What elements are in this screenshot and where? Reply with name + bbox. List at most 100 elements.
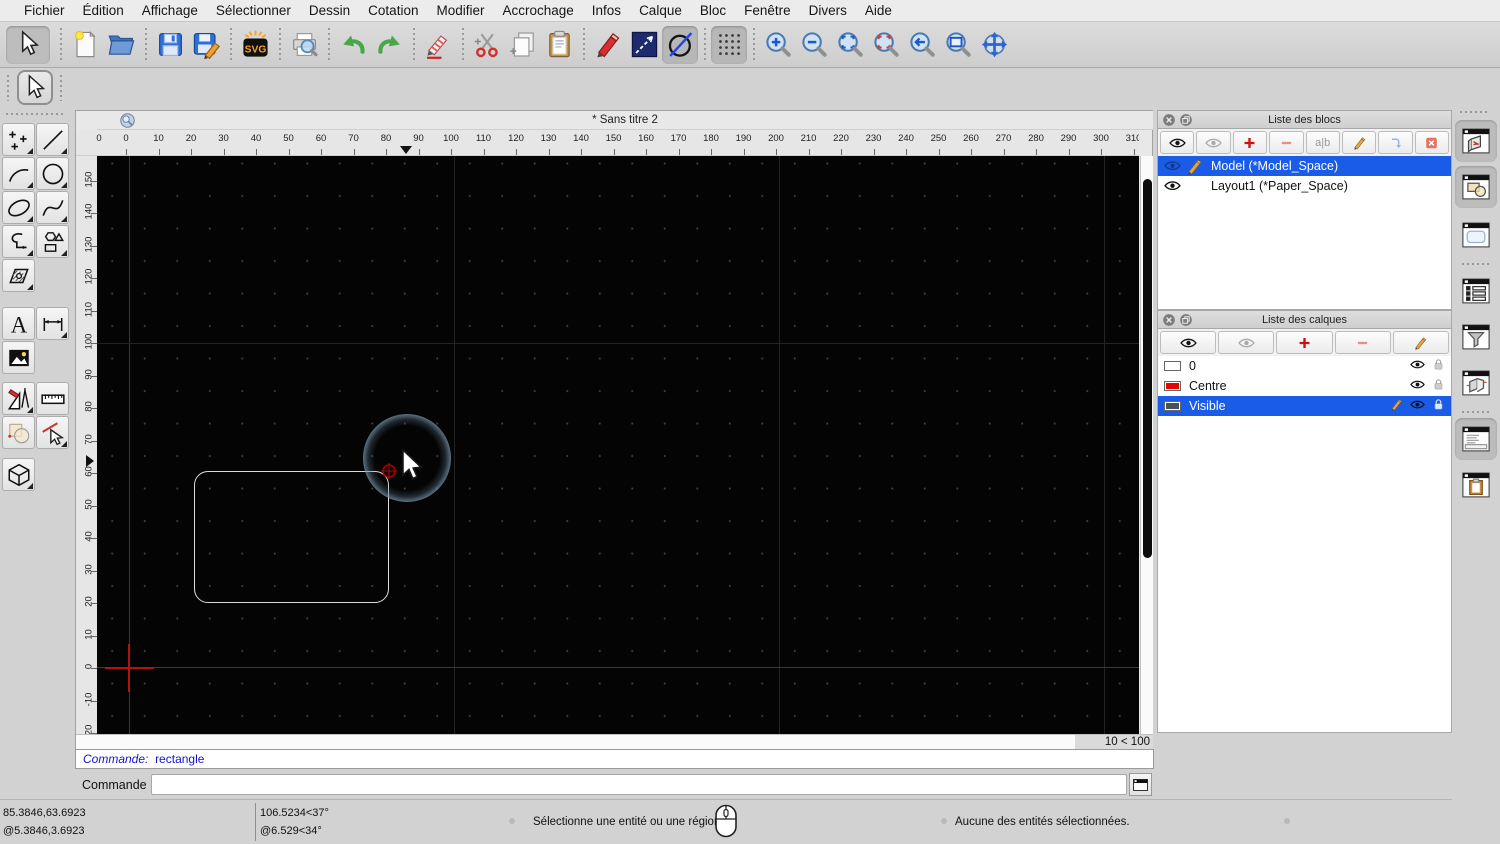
- copy-button[interactable]: [505, 26, 541, 64]
- menu-item[interactable]: Bloc: [691, 3, 735, 18]
- eye-button[interactable]: [1160, 331, 1217, 354]
- pencil-icon[interactable]: [1389, 398, 1404, 414]
- redo-button[interactable]: [371, 26, 407, 64]
- zoom-out-button[interactable]: [796, 26, 832, 64]
- menu-item[interactable]: Divers: [800, 3, 856, 18]
- print-preview-button[interactable]: [286, 26, 322, 64]
- menu-item[interactable]: Dessin: [300, 3, 359, 18]
- line-tool[interactable]: [36, 123, 69, 156]
- eye-gray-button[interactable]: [1218, 331, 1275, 354]
- zoom-in-button[interactable]: [760, 26, 796, 64]
- zoom-window-button[interactable]: [940, 26, 976, 64]
- plus-button[interactable]: [1276, 331, 1333, 354]
- spline-tool[interactable]: [36, 191, 69, 224]
- menu-item[interactable]: Cotation: [359, 3, 427, 18]
- layer-color-swatch[interactable]: [1164, 401, 1181, 411]
- blocks-panel-toggle[interactable]: [1455, 120, 1497, 162]
- menu-item[interactable]: Modifier: [427, 3, 493, 18]
- rename-ab-button[interactable]: a|b: [1305, 131, 1340, 154]
- command-options-button[interactable]: [1129, 773, 1152, 796]
- layer-color-swatch[interactable]: [1164, 361, 1181, 371]
- grid-toggle-button[interactable]: [711, 25, 747, 64]
- remove-x-button[interactable]: [1414, 131, 1449, 154]
- command-input[interactable]: [151, 774, 1127, 795]
- eraser-button[interactable]: [420, 26, 456, 64]
- pencil-icon[interactable]: [1186, 158, 1203, 175]
- vertical-scrollbar[interactable]: [1140, 156, 1153, 734]
- save-button[interactable]: [152, 26, 188, 64]
- document-titlebar[interactable]: * Sans titre 2: [97, 111, 1153, 130]
- insert-arrow-button[interactable]: [1378, 131, 1413, 154]
- block-row[interactable]: Model (*Model_Space): [1158, 156, 1451, 176]
- eye-icon[interactable]: [1410, 358, 1425, 374]
- polygon-tool[interactable]: [36, 225, 69, 258]
- drawn-rounded-rectangle[interactable]: [194, 471, 389, 603]
- menu-item[interactable]: Calque: [630, 3, 691, 18]
- eye-icon[interactable]: [1164, 160, 1181, 171]
- menu-item[interactable]: Infos: [583, 3, 630, 18]
- panel-header-layers[interactable]: Liste des calques: [1157, 310, 1452, 329]
- lock-blue-icon[interactable]: [1431, 398, 1446, 414]
- ellipse-tool[interactable]: [2, 191, 35, 224]
- pencil-button[interactable]: [1341, 131, 1377, 154]
- lock-icon[interactable]: [1431, 358, 1446, 374]
- delete-entity-tool[interactable]: [36, 416, 69, 449]
- command-panel-toggle[interactable]: [1455, 418, 1497, 460]
- zoom-auto-button[interactable]: [832, 26, 868, 64]
- eye-icon[interactable]: [1164, 180, 1181, 191]
- circle-tool[interactable]: [36, 157, 69, 190]
- menu-item[interactable]: Affichage: [133, 3, 207, 18]
- wall-tool-toggle[interactable]: [1455, 362, 1497, 404]
- library-panel-toggle[interactable]: [1455, 214, 1497, 256]
- block-list-toggle[interactable]: [1455, 270, 1497, 312]
- points-tool[interactable]: [2, 123, 35, 156]
- line-properties-button[interactable]: [626, 26, 662, 64]
- text-tool[interactable]: A: [2, 307, 35, 340]
- polyline-tool[interactable]: [2, 225, 35, 258]
- paste-button[interactable]: [541, 26, 577, 64]
- eye-icon[interactable]: [1410, 398, 1425, 414]
- draw-pen-button[interactable]: [590, 26, 626, 64]
- image-tool[interactable]: [2, 341, 35, 374]
- modify-tool[interactable]: [2, 416, 35, 449]
- open-folder-button[interactable]: [103, 26, 139, 64]
- selection-tool-button[interactable]: [17, 70, 53, 105]
- drawing-canvas[interactable]: [97, 156, 1139, 734]
- save-as-button[interactable]: [188, 26, 224, 64]
- clipboard-panel-toggle[interactable]: [1455, 464, 1497, 506]
- layer-row[interactable]: 0: [1158, 356, 1451, 376]
- filter-panel-toggle[interactable]: [1455, 316, 1497, 358]
- menu-item[interactable]: Fichier: [15, 3, 74, 18]
- eye-gray-button[interactable]: [1196, 131, 1231, 154]
- new-document-button[interactable]: [67, 26, 103, 64]
- zoom-previous-button[interactable]: [904, 26, 940, 64]
- block-row[interactable]: Layout1 (*Paper_Space): [1158, 176, 1451, 196]
- eye-icon[interactable]: [1410, 378, 1425, 394]
- eye-button[interactable]: [1160, 131, 1195, 154]
- menu-item[interactable]: Accrochage: [493, 3, 582, 18]
- lock-icon[interactable]: [1431, 378, 1446, 394]
- toolbar-drag-handle[interactable]: [7, 75, 9, 101]
- dimension-tool[interactable]: [36, 307, 69, 340]
- layer-row[interactable]: Centre: [1158, 376, 1451, 396]
- pencil-button[interactable]: [1392, 331, 1450, 354]
- vertical-scrollbar-thumb[interactable]: [1143, 179, 1152, 558]
- palette-drag-handle[interactable]: [6, 113, 66, 115]
- hatch-tool[interactable]: [2, 259, 35, 292]
- draft-tools-tool[interactable]: [2, 382, 35, 415]
- ruler-tool[interactable]: [36, 382, 69, 415]
- block-cube-tool[interactable]: [2, 458, 35, 491]
- menu-item[interactable]: Sélectionner: [207, 3, 300, 18]
- toolbar-drag-handle[interactable]: [60, 75, 62, 101]
- svg-export-button[interactable]: SVG: [237, 26, 273, 64]
- select-tool-toolbar-button[interactable]: [6, 25, 50, 64]
- minus-button[interactable]: [1269, 131, 1304, 154]
- layer-row[interactable]: Visible: [1158, 396, 1451, 416]
- undo-button[interactable]: [335, 26, 371, 64]
- plus-button[interactable]: [1232, 131, 1268, 154]
- arc-tool[interactable]: [2, 157, 35, 190]
- horizontal-scrollbar[interactable]: 10 < 100: [76, 734, 1153, 751]
- dock-drag-handle[interactable]: [1460, 111, 1490, 113]
- layers-panel-toggle[interactable]: [1455, 166, 1497, 208]
- zoom-pan-button[interactable]: [976, 26, 1012, 64]
